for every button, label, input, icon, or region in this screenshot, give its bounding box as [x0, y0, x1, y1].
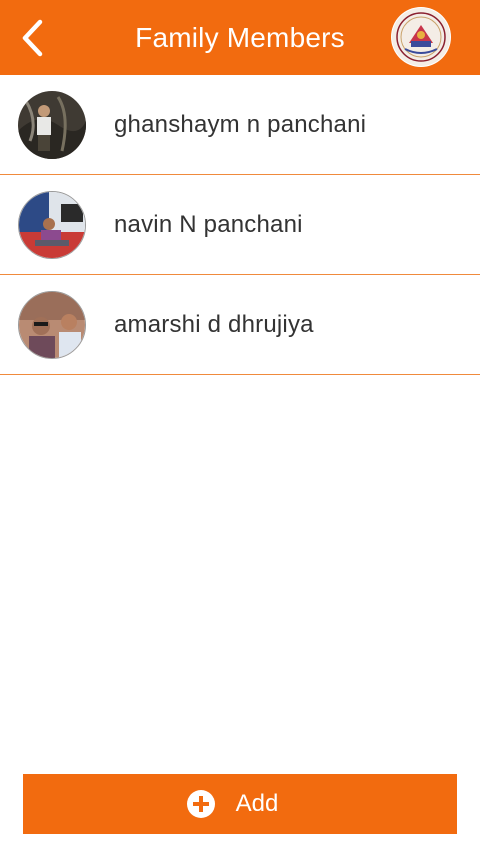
- member-name: navin N panchani: [114, 210, 303, 238]
- member-name: ghanshaym n panchani: [114, 110, 367, 138]
- plus-circle-icon: [186, 790, 215, 818]
- app-bar: Family Members: [0, 0, 480, 75]
- member-avatar: [18, 290, 86, 359]
- member-list: ghanshaym n panchani navin N panchani am…: [0, 75, 480, 375]
- member-avatar: [18, 190, 86, 259]
- member-row[interactable]: navin N panchani: [0, 175, 480, 275]
- member-avatar: [18, 90, 86, 159]
- add-button-label: Add: [235, 790, 279, 817]
- member-name: amarshi d dhrujiya: [114, 310, 314, 338]
- add-button[interactable]: Add: [23, 774, 457, 834]
- member-row[interactable]: amarshi d dhrujiya: [0, 275, 480, 375]
- organization-logo: [391, 7, 451, 67]
- member-row[interactable]: ghanshaym n panchani: [0, 75, 480, 175]
